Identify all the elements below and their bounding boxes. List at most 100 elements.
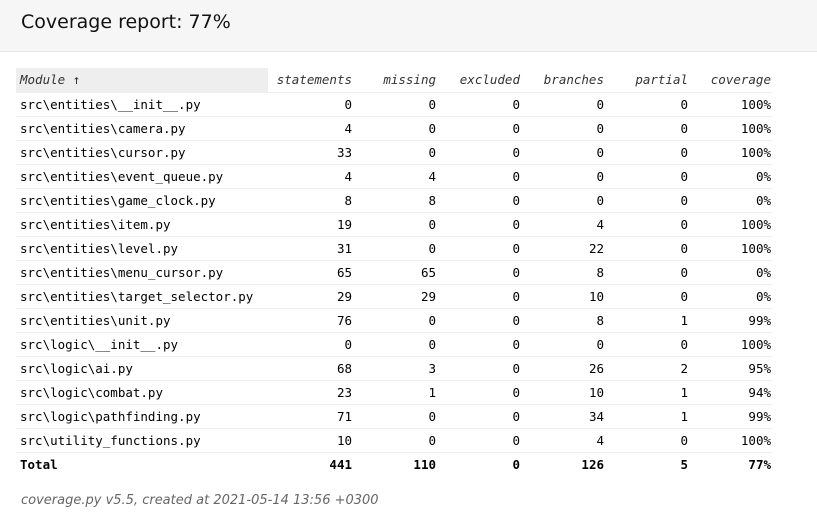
- module-link[interactable]: src\entities\game_clock.py: [16, 188, 268, 213]
- column-header-partial[interactable]: partial: [604, 68, 688, 93]
- missing-cell: 0: [352, 236, 436, 261]
- missing-cell: 29: [352, 284, 436, 309]
- module-link[interactable]: src\entities\event_queue.py: [16, 164, 268, 189]
- partial-cell: 2: [604, 356, 688, 381]
- statements-cell: 0: [268, 92, 352, 117]
- missing-cell: 0: [352, 428, 436, 453]
- module-link[interactable]: src\entities\item.py: [16, 212, 268, 237]
- coverage-cell: 100%: [688, 92, 772, 117]
- branches-cell: 8: [520, 308, 604, 333]
- branches-cell: 0: [520, 92, 604, 117]
- statements-cell: 33: [268, 140, 352, 165]
- excluded-cell: 0: [436, 236, 520, 261]
- statements-cell: 4: [268, 164, 352, 189]
- missing-cell: 0: [352, 308, 436, 333]
- partial-cell: 1: [604, 404, 688, 429]
- table-header-row: Module ↑ statements missing excluded bra…: [16, 68, 772, 93]
- column-header-coverage[interactable]: coverage: [688, 68, 772, 93]
- module-link[interactable]: src\entities\menu_cursor.py: [16, 260, 268, 285]
- total-excluded: 0: [512, 457, 520, 473]
- missing-cell: 8: [352, 188, 436, 213]
- total-statements: 441: [329, 457, 352, 473]
- branches-cell: 22: [520, 236, 604, 261]
- coverage-cell: 94%: [688, 380, 772, 405]
- missing-cell: 0: [352, 212, 436, 237]
- statements-cell: 8: [268, 188, 352, 213]
- coverage-cell: 95%: [688, 356, 772, 381]
- module-link[interactable]: src\utility_functions.py: [16, 428, 268, 453]
- table-row: src\logic\ai.py 68 3 0 26 2 95%: [16, 356, 772, 381]
- total-branches: 126: [581, 457, 604, 473]
- branches-cell: 10: [520, 284, 604, 309]
- column-header-branches[interactable]: branches: [520, 68, 604, 93]
- statements-cell: 31: [268, 236, 352, 261]
- excluded-cell: 0: [436, 164, 520, 189]
- total-coverage: 77%: [748, 457, 771, 473]
- coverage-cell: 0%: [688, 188, 772, 213]
- total-label: Total: [20, 457, 58, 473]
- branches-cell: 0: [520, 116, 604, 141]
- column-header-statements[interactable]: statements: [268, 68, 352, 93]
- module-link[interactable]: src\entities\camera.py: [16, 116, 268, 141]
- table-row: src\entities\level.py 31 0 0 22 0 100%: [16, 236, 772, 261]
- partial-cell: 0: [604, 116, 688, 141]
- column-header-excluded[interactable]: excluded: [436, 68, 520, 93]
- excluded-cell: 0: [436, 140, 520, 165]
- branches-cell: 26: [520, 356, 604, 381]
- excluded-cell: 0: [436, 428, 520, 453]
- statements-cell: 19: [268, 212, 352, 237]
- module-link[interactable]: src\entities\level.py: [16, 236, 268, 261]
- column-header-module[interactable]: Module ↑: [16, 68, 268, 93]
- module-link[interactable]: src\entities\cursor.py: [16, 140, 268, 165]
- missing-cell: 3: [352, 356, 436, 381]
- coverage-cell: 0%: [688, 260, 772, 285]
- coverage-cell: 100%: [688, 428, 772, 453]
- table-row: src\entities\target_selector.py 29 29 0 10 0 0…: [16, 284, 772, 309]
- module-link[interactable]: src\logic\__init__.py: [16, 332, 268, 357]
- coverage-cell: 0%: [688, 284, 772, 309]
- coverage-cell: 100%: [688, 140, 772, 165]
- module-link[interactable]: src\entities\unit.py: [16, 308, 268, 333]
- total-row: Total 441 110 0 126 5 77%: [16, 452, 772, 477]
- missing-cell: 65: [352, 260, 436, 285]
- missing-cell: 0: [352, 116, 436, 141]
- module-link[interactable]: src\logic\ai.py: [16, 356, 268, 381]
- statements-cell: 71: [268, 404, 352, 429]
- excluded-cell: 0: [436, 332, 520, 357]
- table-row: src\entities\__init__.py 0 0 0 0 0 100%: [16, 92, 772, 117]
- table-row: src\utility_functions.py 10 0 0 4 0 100%: [16, 428, 772, 453]
- excluded-cell: 0: [436, 188, 520, 213]
- branches-cell: 4: [520, 212, 604, 237]
- branches-cell: 0: [520, 140, 604, 165]
- module-link[interactable]: src\logic\combat.py: [16, 380, 268, 405]
- table-row: src\entities\event_queue.py 4 4 0 0 0 0%: [16, 164, 772, 189]
- table-row: src\entities\game_clock.py 8 8 0 0 0 0%: [16, 188, 772, 213]
- statements-cell: 10: [268, 428, 352, 453]
- table-row: src\entities\cursor.py 33 0 0 0 0 100%: [16, 140, 772, 165]
- table-row: src\logic\combat.py 23 1 0 10 1 94%: [16, 380, 772, 405]
- statements-cell: 76: [268, 308, 352, 333]
- branches-cell: 0: [520, 332, 604, 357]
- coverage-cell: 100%: [688, 116, 772, 141]
- table-row: src\entities\item.py 19 0 0 4 0 100%: [16, 212, 772, 237]
- statements-cell: 23: [268, 380, 352, 405]
- excluded-cell: 0: [436, 260, 520, 285]
- branches-cell: 0: [520, 164, 604, 189]
- coverage-cell: 100%: [688, 236, 772, 261]
- coverage-cell: 100%: [688, 212, 772, 237]
- missing-cell: 0: [352, 404, 436, 429]
- statements-cell: 65: [268, 260, 352, 285]
- coverage-cell: 100%: [688, 332, 772, 357]
- table-row: src\entities\unit.py 76 0 0 8 1 99%: [16, 308, 772, 333]
- module-link[interactable]: src\logic\pathfinding.py: [16, 404, 268, 429]
- partial-cell: 0: [604, 140, 688, 165]
- statements-cell: 68: [268, 356, 352, 381]
- module-link[interactable]: src\entities\__init__.py: [16, 92, 268, 117]
- module-link[interactable]: src\entities\target_selector.py: [16, 284, 268, 309]
- column-header-missing[interactable]: missing: [352, 68, 436, 93]
- table-row: src\entities\menu_cursor.py 65 65 0 8 0 0%: [16, 260, 772, 285]
- partial-cell: 1: [604, 380, 688, 405]
- missing-cell: 4: [352, 164, 436, 189]
- excluded-cell: 0: [436, 404, 520, 429]
- footer-text: coverage.py v5.5, created at 2021-05-14 …: [21, 493, 379, 508]
